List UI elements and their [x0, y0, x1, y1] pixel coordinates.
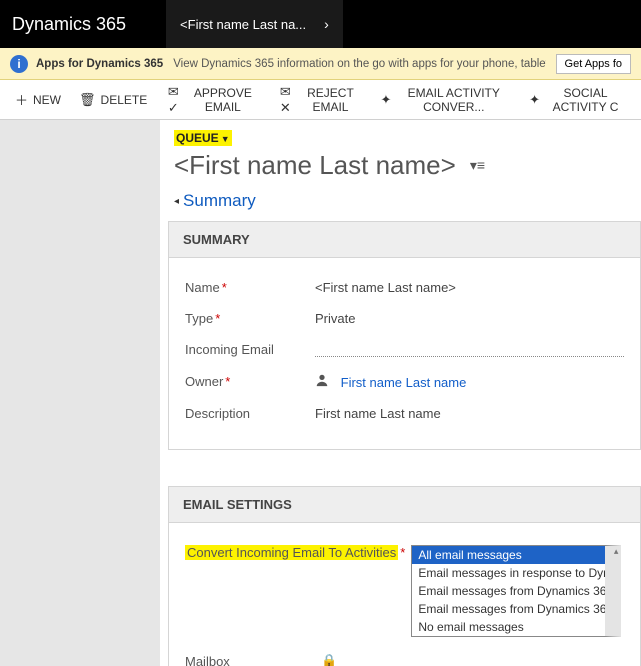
- lock-icon: 🔒: [321, 653, 337, 666]
- new-button[interactable]: ＋NEW: [6, 80, 70, 120]
- info-icon: i: [10, 55, 28, 73]
- command-bar: ＋NEW 🗑DELETE ✉✓APPROVE EMAIL ✉✕REJECT EM…: [0, 80, 641, 120]
- field-owner: Owner* First name Last name: [185, 365, 624, 398]
- email-settings-body: Convert Incoming Email To Activities* Al…: [169, 523, 640, 666]
- summary-card: SUMMARY Name* <First name Last name> Typ…: [168, 221, 641, 450]
- field-mailbox: Mailbox 🔒: [185, 645, 624, 666]
- page-title-text: <First name Last name>: [174, 150, 456, 181]
- field-incoming-email: Incoming Email: [185, 334, 624, 365]
- banner-title: Apps for Dynamics 365: [36, 58, 163, 70]
- banner-text: View Dynamics 365 information on the go …: [173, 58, 545, 70]
- summary-body: Name* <First name Last name> Type* Priva…: [169, 258, 640, 449]
- incoming-email-label: Incoming Email: [185, 342, 315, 357]
- field-description: Description First name Last name: [185, 398, 624, 429]
- email-settings-header: EMAIL SETTINGS: [169, 487, 640, 523]
- email-settings-card: EMAIL SETTINGS Convert Incoming Email To…: [168, 486, 641, 666]
- owner-link[interactable]: First name Last name: [341, 375, 467, 390]
- product-name: Dynamics 365: [12, 14, 126, 35]
- plus-icon: ＋: [15, 90, 28, 109]
- left-pane: [0, 120, 160, 666]
- caret-down-icon: ▼: [221, 134, 230, 144]
- convert-label: Convert Incoming Email To Activities*: [185, 545, 405, 560]
- dropdown-option[interactable]: Email messages from Dynamics 365 reco: [412, 600, 605, 618]
- list-icon[interactable]: ▾≡: [470, 157, 485, 174]
- reject-email-button[interactable]: ✉✕REJECT EMAIL: [268, 80, 371, 120]
- tools-icon: ✦: [380, 92, 391, 108]
- field-name: Name* <First name Last name>: [185, 272, 624, 303]
- type-label: Type*: [185, 311, 315, 326]
- social-activity-button[interactable]: ✦SOCIAL ACTIVITY C: [520, 80, 635, 120]
- chevron-right-icon: ›: [324, 16, 329, 32]
- section-label: Summary: [183, 191, 256, 211]
- delete-button[interactable]: 🗑DELETE: [70, 80, 156, 120]
- breadcrumb-label: <First name Last na...: [180, 17, 306, 32]
- dropdown-option[interactable]: Email messages in response to Dynamics: [412, 564, 605, 582]
- description-value[interactable]: First name Last name: [315, 406, 624, 421]
- convert-dropdown[interactable]: All email messages Email messages in res…: [411, 545, 621, 637]
- breadcrumb[interactable]: <First name Last na... ›: [166, 0, 343, 48]
- main-area: QUEUE▼ <First name Last name> ▾≡ ◂ Summa…: [0, 120, 641, 666]
- dropdown-option[interactable]: No email messages: [412, 618, 605, 636]
- email-activity-button[interactable]: ✦EMAIL ACTIVITY CONVER...: [371, 80, 520, 120]
- content-pane: QUEUE▼ <First name Last name> ▾≡ ◂ Summa…: [160, 120, 641, 666]
- field-convert-incoming: Convert Incoming Email To Activities* Al…: [185, 537, 624, 645]
- name-label: Name*: [185, 280, 315, 295]
- top-nav-bar: Dynamics 365 <First name Last na... ›: [0, 0, 641, 48]
- tools-icon: ✦: [529, 92, 540, 108]
- description-label: Description: [185, 406, 315, 421]
- approve-email-button[interactable]: ✉✓APPROVE EMAIL: [156, 80, 268, 120]
- convert-label-text: Convert Incoming Email To Activities: [185, 545, 398, 560]
- owner-value[interactable]: First name Last name: [315, 373, 624, 390]
- triangle-left-icon: ◂: [174, 196, 179, 207]
- mailbox-label: Mailbox: [185, 654, 315, 666]
- approve-icon: ✉✓: [165, 84, 181, 116]
- type-value[interactable]: Private: [315, 311, 624, 326]
- entity-type-selector[interactable]: QUEUE▼: [174, 130, 232, 146]
- owner-label: Owner*: [185, 374, 315, 389]
- dropdown-selected[interactable]: All email messages: [412, 546, 605, 564]
- trash-icon: 🗑: [79, 92, 96, 108]
- summary-header: SUMMARY: [169, 222, 640, 258]
- incoming-email-value[interactable]: [315, 343, 624, 357]
- name-value[interactable]: <First name Last name>: [315, 280, 624, 295]
- page-title: <First name Last name> ▾≡: [174, 150, 641, 181]
- reject-icon: ✉✕: [277, 84, 293, 116]
- field-type: Type* Private: [185, 303, 624, 334]
- entity-type-label: QUEUE: [176, 131, 219, 145]
- info-banner: i Apps for Dynamics 365 View Dynamics 36…: [0, 48, 641, 80]
- dropdown-option[interactable]: Email messages from Dynamics 365 Lead: [412, 582, 605, 600]
- get-apps-button[interactable]: Get Apps fo: [556, 54, 631, 74]
- summary-section-toggle[interactable]: ◂ Summary: [174, 191, 641, 211]
- person-icon: [315, 375, 333, 390]
